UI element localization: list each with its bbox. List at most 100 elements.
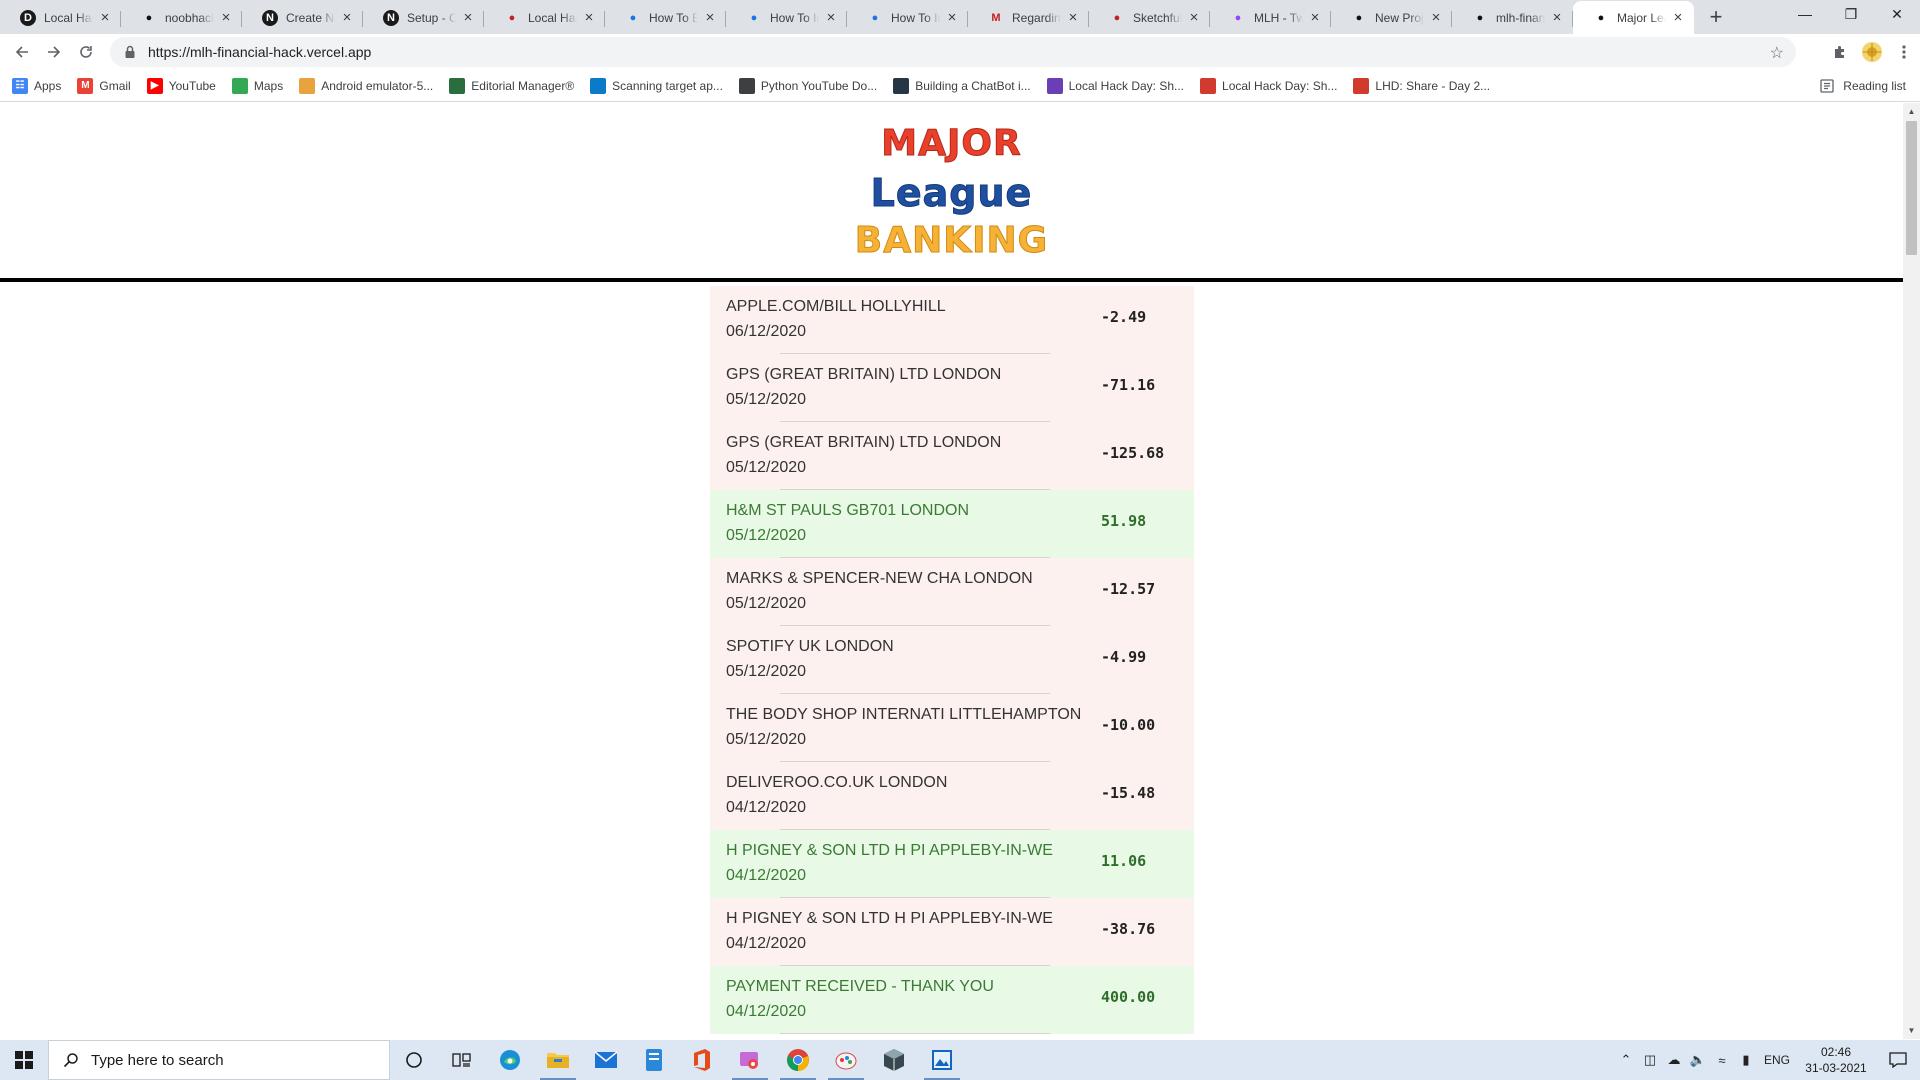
taskbar-mail-icon[interactable] [582, 1040, 630, 1080]
taskbar-office-icon[interactable] [678, 1040, 726, 1080]
browser-tab[interactable]: D Local Hack Day × [0, 2, 121, 34]
bookmark-item[interactable]: M Gmail [77, 72, 139, 100]
tray-battery-icon[interactable]: ▮ [1734, 1052, 1758, 1068]
restore-button[interactable]: ❐ [1828, 0, 1874, 30]
taskbar-edge-icon[interactable] [486, 1040, 534, 1080]
close-tab-icon[interactable]: × [460, 10, 476, 26]
tray-clock[interactable]: 02:46 31-03-2021 [1796, 1044, 1876, 1076]
cube-icon [884, 1049, 904, 1071]
arrow-left-icon [15, 46, 28, 58]
reload-button[interactable] [70, 36, 102, 68]
taskbar-paint-icon[interactable] [822, 1040, 870, 1080]
browser-tab[interactable]: ● mlh-financial × [1452, 2, 1573, 34]
extensions-button[interactable] [1824, 36, 1856, 68]
transaction-row[interactable]: H PIGNEY & SON LTD H PI APPLEBY-IN-WE 04/… [710, 898, 1194, 966]
bookmark-item[interactable]: Local Hack Day: Sh... [1200, 72, 1346, 100]
cortana-button[interactable] [390, 1040, 438, 1080]
transaction-row[interactable]: SPOTIFY UK LONDON 05/12/2020 -4.99 [710, 626, 1194, 694]
bookmark-label: Gmail [99, 78, 131, 93]
menu-button[interactable] [1888, 36, 1920, 68]
taskbar-image-editor-icon[interactable] [918, 1040, 966, 1080]
taskbar-search-box[interactable]: Type here to search [48, 1040, 390, 1080]
bookmark-item[interactable]: LHD: Share - Day 2... [1353, 72, 1499, 100]
bookmark-star-icon[interactable]: ☆ [1770, 43, 1784, 63]
tray-language[interactable]: ENG [1758, 1053, 1796, 1067]
minimize-button[interactable]: — [1782, 0, 1828, 30]
transaction-row[interactable]: PAYMENT RECEIVED - THANK YOU 04/12/2020 40… [710, 966, 1194, 1034]
taskbar-snip-icon[interactable] [726, 1040, 774, 1080]
action-center-button[interactable] [1876, 1040, 1920, 1080]
close-tab-icon[interactable]: × [1428, 10, 1444, 26]
bookmark-item[interactable]: ☷ Apps [12, 72, 70, 100]
tray-overflow-chevron-icon[interactable]: ⌃ [1614, 1052, 1638, 1068]
window-controls: — ❐ ✕ [1782, 0, 1920, 30]
bookmark-item[interactable]: ▶ YouTube [146, 72, 225, 100]
tray-volume-icon[interactable]: 🔈 [1686, 1052, 1710, 1068]
browser-tab[interactable]: ● How To Build × [605, 2, 726, 34]
browser-tab[interactable]: ● MLH - Twitch × [1210, 2, 1331, 34]
bookmark-item[interactable]: Python YouTube Do... [738, 72, 886, 100]
transaction-row[interactable]: GPS (GREAT BRITAIN) LTD LONDON 05/12/2020… [710, 422, 1194, 490]
scrollbar-thumb[interactable] [1906, 121, 1917, 255]
bookmark-item[interactable]: Editorial Manager® [449, 72, 583, 100]
transaction-row[interactable]: THE BODY SHOP INTERNATI LITTLEHAMPTON 05/… [710, 694, 1194, 762]
bookmark-item[interactable]: Maps [231, 72, 292, 100]
transaction-description: GPS (GREAT BRITAIN) LTD LONDON [726, 366, 1002, 383]
close-tab-icon[interactable]: × [1549, 10, 1565, 26]
browser-tab[interactable]: M Regarding × [968, 2, 1089, 34]
close-tab-icon[interactable]: × [1065, 10, 1081, 26]
back-button[interactable] [6, 36, 38, 68]
close-tab-icon[interactable]: × [1670, 9, 1686, 26]
browser-tab[interactable]: ● Local Hack Day × [484, 2, 605, 34]
task-view-button[interactable] [438, 1040, 486, 1080]
browser-tab[interactable]: ● New Project × [1331, 2, 1452, 34]
transaction-row[interactable]: H PIGNEY & SON LTD H PI APPLEBY-IN-WE 04/… [710, 830, 1194, 898]
reading-list-icon [1820, 79, 1834, 93]
tab-active[interactable]: ● Major League × [1573, 1, 1694, 34]
reading-list-button[interactable]: Reading list [1819, 74, 1906, 98]
close-tab-icon[interactable]: × [581, 10, 597, 26]
close-tab-icon[interactable]: × [702, 10, 718, 26]
browser-tab[interactable]: ● Sketchfull.io × [1089, 2, 1210, 34]
transaction-row[interactable]: APPLE.COM/BILL HOLLYHILL 06/12/2020 -2.49 [710, 286, 1194, 354]
close-tab-icon[interactable]: × [218, 10, 234, 26]
close-tab-icon[interactable]: × [823, 10, 839, 26]
close-tab-icon[interactable]: × [1307, 10, 1323, 26]
transaction-row[interactable]: MARKS & SPENCER-NEW CHA LONDON 05/12/2020… [710, 558, 1194, 626]
taskbar-file-explorer-icon[interactable] [534, 1040, 582, 1080]
taskbar-chrome-icon[interactable] [774, 1040, 822, 1080]
browser-tab[interactable]: ● How To Install × [847, 2, 968, 34]
browser-tab[interactable]: ● How To Install × [726, 2, 847, 34]
tray-onedrive-icon[interactable]: ☁ [1662, 1052, 1686, 1068]
transaction-row[interactable]: DELIVEROO.CO.UK LONDON 04/12/2020 -15.48 [710, 762, 1194, 830]
taskbar-notes-icon[interactable] [630, 1040, 678, 1080]
bookmark-item[interactable]: Scanning target ap... [590, 72, 732, 100]
bookmark-item[interactable]: Local Hack Day: Sh... [1046, 72, 1193, 100]
close-tab-icon[interactable]: × [944, 10, 960, 26]
close-tab-icon[interactable]: × [97, 10, 113, 26]
start-button[interactable] [0, 1040, 48, 1080]
close-tab-icon[interactable]: × [1186, 10, 1202, 26]
taskbar-3d-icon[interactable] [870, 1040, 918, 1080]
scroll-up-arrow-icon[interactable]: ▲ [1903, 103, 1920, 120]
tray-wifi-icon[interactable]: ≈ [1710, 1053, 1734, 1068]
transaction-row[interactable]: GPS (GREAT BRITAIN) LTD LONDON 05/12/2020… [710, 354, 1194, 422]
transaction-row[interactable]: H&M ST PAULS GB701 LONDON 05/12/2020 51.98 [710, 490, 1194, 558]
scroll-down-arrow-icon[interactable]: ▼ [1903, 1022, 1920, 1039]
browser-tab[interactable]: N Create New × [242, 2, 363, 34]
transaction-description: GPS (GREAT BRITAIN) LTD LONDON [726, 434, 1002, 451]
profile-button[interactable] [1856, 36, 1888, 68]
close-window-button[interactable]: ✕ [1874, 0, 1920, 30]
address-bar[interactable]: https://mlh-financial-hack.vercel.app ☆ [110, 37, 1796, 67]
tab-strip: D Local Hack Day × ● noobhacker × N Create New ×… [0, 0, 1920, 34]
browser-tab[interactable]: N Setup - Create × [363, 2, 484, 34]
bookmark-item[interactable]: Android emulator-5... [299, 72, 442, 100]
new-tab-button[interactable]: + [1702, 4, 1730, 32]
transaction-description: MARKS & SPENCER-NEW CHA LONDON [726, 570, 1033, 587]
browser-tab[interactable]: ● noobhacker × [121, 2, 242, 34]
forward-button[interactable] [38, 36, 70, 68]
page-scrollbar[interactable]: ▲ ▼ [1903, 103, 1920, 1039]
tray-device-icon[interactable]: ◫ [1638, 1052, 1662, 1068]
close-tab-icon[interactable]: × [339, 10, 355, 26]
bookmark-item[interactable]: Building a ChatBot i... [893, 72, 1039, 100]
